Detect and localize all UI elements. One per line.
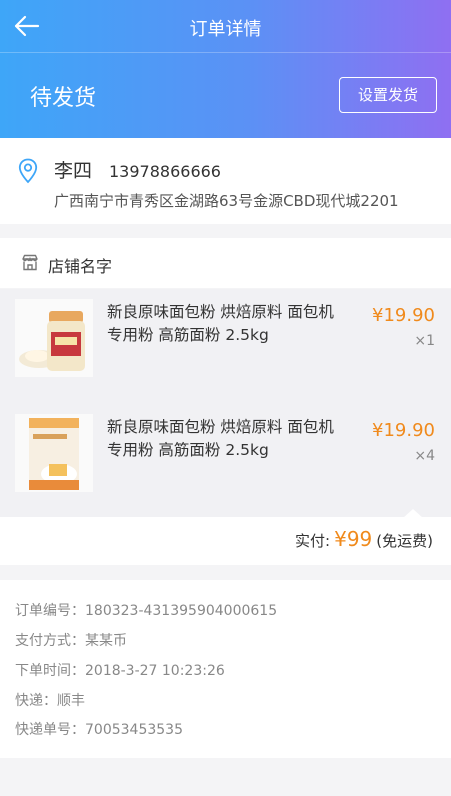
payment-summary: 实付: ¥99 (免运费): [0, 517, 451, 565]
item-price: ¥19.90: [372, 420, 435, 441]
product-image: [15, 299, 93, 377]
order-time: 下单时间：2018-3-27 10:23:26: [15, 663, 225, 679]
shop-header[interactable]: 店铺名字: [0, 238, 451, 288]
page-title: 订单详情: [189, 19, 262, 40]
order-items: 新良原味面包粉 烘焙原料 面包机专用粉 高筋面粉 2.5kg ¥19.90 ×1…: [0, 289, 451, 517]
recipient-phone: 13978866666: [109, 162, 221, 181]
item-quantity: ×1: [414, 333, 435, 349]
tracking-number: 快递单号：70053453535: [15, 722, 183, 738]
item-quantity: ×4: [414, 448, 435, 464]
recipient-name: 李四: [54, 160, 93, 182]
item-title: 新良原味面包粉 烘焙原料 面包机专用粉 高筋面粉 2.5kg: [107, 418, 334, 459]
item-title: 新良原味面包粉 烘焙原料 面包机专用粉 高筋面粉 2.5kg: [107, 303, 334, 344]
shipping-address: 李四 13978866666 广西南宁市青秀区金湖路63号金源CBD现代城220…: [0, 138, 451, 224]
order-number: 订单编号：180323-431395904000615: [15, 603, 278, 619]
payment-label: 实付:: [295, 532, 331, 550]
payment-method: 支付方式：某某币: [15, 633, 127, 649]
list-item[interactable]: 新良原味面包粉 烘焙原料 面包机专用粉 高筋面粉 2.5kg ¥19.90 ×1: [0, 299, 451, 399]
order-info: 订单编号：180323-431395904000615 支付方式：某某币 下单时…: [0, 580, 451, 758]
header: 订单详情 待发货 设置发货: [0, 0, 451, 138]
address-line: 广西南宁市青秀区金湖路63号金源CBD现代城2201: [54, 192, 399, 210]
nav-bar: 订单详情: [0, 0, 451, 53]
shipping-note: (免运费): [376, 532, 433, 550]
payment-line: 实付: ¥99 (免运费): [295, 527, 433, 551]
product-image: [15, 414, 93, 492]
shop-name: 店铺名字: [48, 257, 113, 276]
courier: 快递：顺丰: [15, 693, 85, 709]
list-item[interactable]: 新良原味面包粉 烘焙原料 面包机专用粉 高筋面粉 2.5kg ¥19.90 ×4: [0, 414, 451, 514]
store-icon: [21, 254, 39, 271]
payment-amount: ¥99: [334, 527, 373, 551]
order-status: 待发货: [30, 86, 97, 111]
item-price: ¥19.90: [372, 305, 435, 326]
set-shipping-button[interactable]: 设置发货: [339, 77, 437, 113]
location-pin-icon: [18, 158, 38, 184]
